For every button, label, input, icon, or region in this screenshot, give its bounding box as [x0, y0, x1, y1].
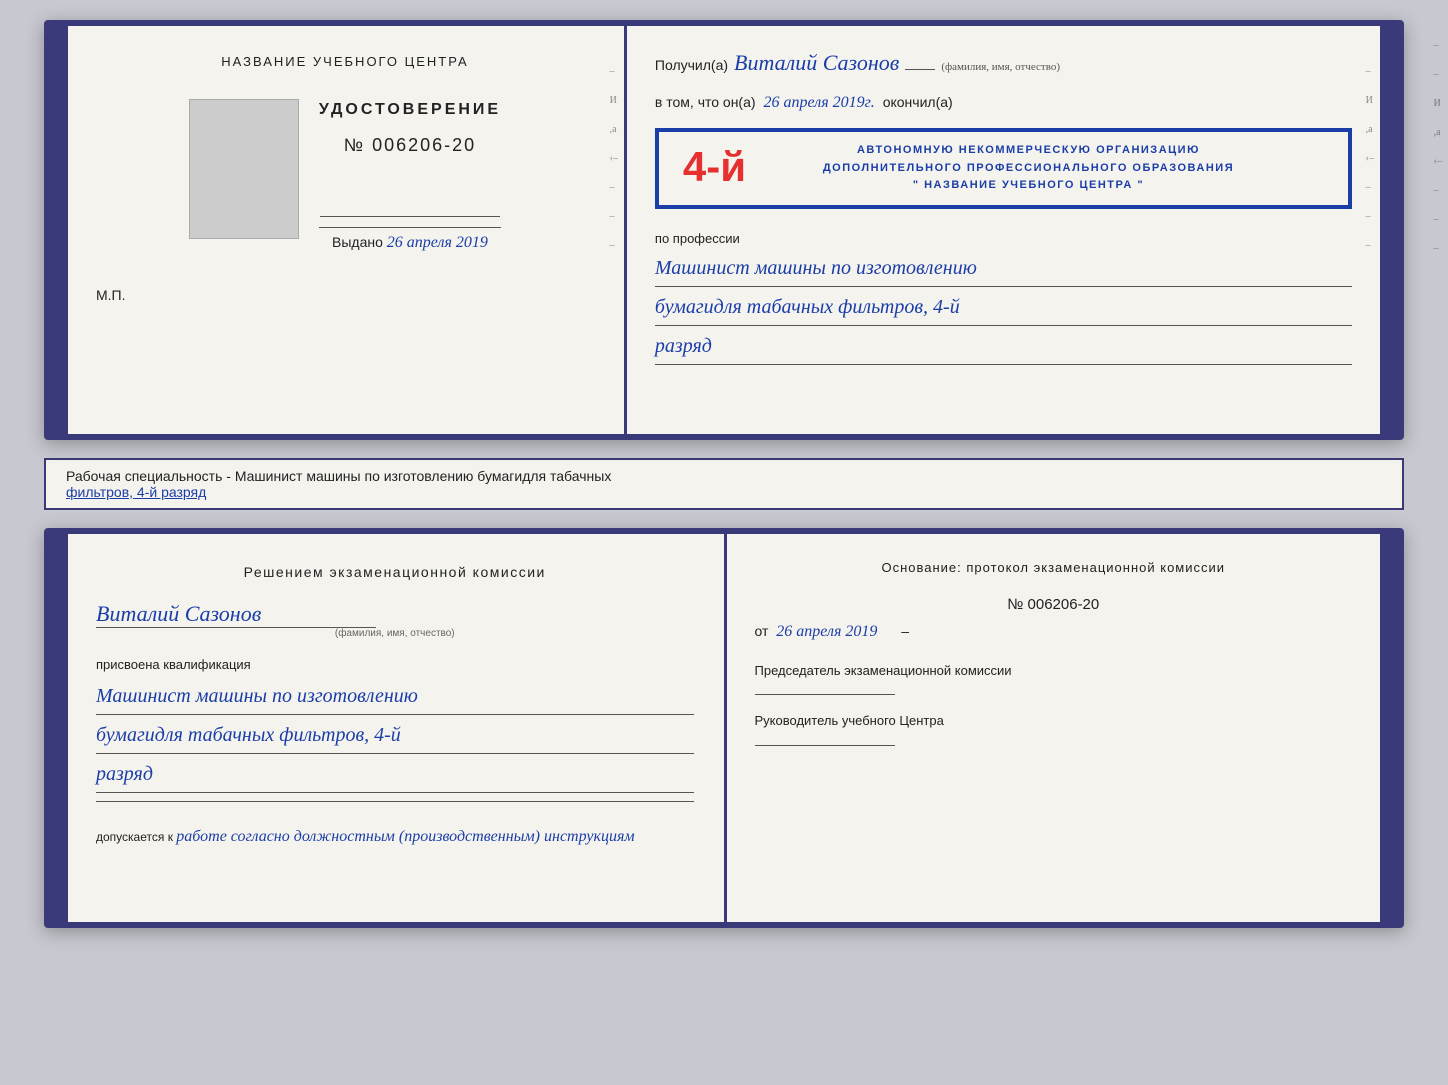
allow-area: допускается к работе согласно должностны…	[96, 828, 694, 846]
stamp-line1: АВТОНОМНУЮ НЕКОММЕРЧЕСКУЮ ОРГАНИЗАЦИЮ	[723, 142, 1334, 160]
allow-text: работе согласно должностным (производств…	[176, 828, 634, 845]
date-line-2: от 26 апреля 2019 –	[755, 623, 1353, 641]
mp-label: М.П.	[96, 287, 126, 303]
profession-line2: бумагидля табачных фильтров, 4-й	[655, 289, 1352, 326]
date-value: 26 апреля 2019	[776, 623, 877, 640]
stamp-box: 4-й АВТОНОМНУЮ НЕКОММЕРЧЕСКУЮ ОРГАНИЗАЦИ…	[655, 128, 1352, 209]
date-handwritten: 26 апреля 2019г.	[764, 94, 875, 112]
profession-label: по профессии	[655, 231, 1352, 246]
number-line: № 006206-20	[755, 596, 1353, 613]
stamp-line3: " НАЗВАНИЕ УЧЕБНОГО ЦЕНТРА "	[723, 177, 1334, 195]
annotation-bar: Рабочая специальность - Машинист машины …	[44, 458, 1404, 510]
qual-line2: бумагидля табачных фильтров, 4-й	[96, 717, 694, 754]
cert-issued-line: Выдано 26 апреля 2019	[319, 227, 501, 252]
person-subtitle: (фамилия, имя, отчество)	[941, 61, 1060, 73]
cert-main-title: УДОСТОВЕРЕНИЕ	[319, 101, 501, 119]
person-name-area: Виталий Сазонов (фамилия, имя, отчество)	[96, 601, 694, 639]
page-right-1: Получил(а) Виталий Сазонов (фамилия, имя…	[627, 26, 1380, 434]
qual-line3: разряд	[96, 756, 694, 793]
stamp-line2: ДОПОЛНИТЕЛЬНОГО ПРОФЕССИОНАЛЬНОГО ОБРАЗО…	[723, 160, 1334, 178]
side-marks-right: –И,а‹––––	[1366, 66, 1374, 251]
chairman-title: Председатель экзаменационной комиссии	[755, 661, 1353, 681]
person-subtitle-2: (фамилия, имя, отчество)	[96, 628, 694, 639]
qual-line1: Машинист машины по изготовлению	[96, 678, 694, 715]
chairman-sign-line	[755, 694, 895, 695]
page-right-2: Основание: протокол экзаменационной коми…	[727, 534, 1381, 922]
spine-right	[1380, 26, 1398, 434]
photo-placeholder	[189, 99, 299, 239]
stamp-number: 4-й	[683, 146, 746, 188]
issued-date: 26 апреля 2019	[387, 234, 488, 251]
spine-left	[50, 26, 68, 434]
spine-left-2	[50, 534, 68, 922]
person-name: Виталий Сазонов	[734, 50, 899, 76]
person-name-2: Виталий Сазонов	[96, 601, 261, 627]
basis-label: Основание: протокол экзаменационной коми…	[755, 558, 1353, 578]
date-prefix: от	[755, 623, 769, 639]
center-head-sign-line	[755, 745, 895, 746]
cert-number: № 006206-20	[344, 135, 476, 156]
received-label: Получил(а)	[655, 57, 728, 73]
page-title: НАЗВАНИЕ УЧЕБНОГО ЦЕНТРА	[221, 54, 468, 69]
profession-section: по профессии Машинист машины по изготовл…	[655, 231, 1352, 367]
page-left-2: Решением экзаменационной комиссии Витали…	[68, 534, 727, 922]
annotation-text: Рабочая специальность - Машинист машины …	[66, 468, 611, 484]
profession-line1: Машинист машины по изготовлению	[655, 250, 1352, 287]
document-book-1: НАЗВАНИЕ УЧЕБНОГО ЦЕНТРА УДОСТОВЕРЕНИЕ №…	[44, 20, 1404, 440]
recipient-line: Получил(а) Виталий Сазонов (фамилия, имя…	[655, 50, 1352, 76]
section-title: Решением экзаменационной комиссии	[96, 562, 694, 583]
assigned-label: присвоена квалификация	[96, 657, 694, 672]
profession-line3: разряд	[655, 328, 1352, 365]
in-that-label: в том, что он(а)	[655, 94, 756, 110]
issued-label: Выдано	[332, 234, 383, 250]
annotation-underlined: фильтров, 4-й разряд	[66, 484, 206, 500]
date-line: в том, что он(а) 26 апреля 2019г. окончи…	[655, 94, 1352, 112]
spine-right-2	[1380, 534, 1398, 922]
finished-label: окончил(а)	[883, 94, 953, 110]
page-left-1: НАЗВАНИЕ УЧЕБНОГО ЦЕНТРА УДОСТОВЕРЕНИЕ №…	[68, 26, 627, 434]
allow-label: допускается к	[96, 830, 173, 844]
center-head-title: Руководитель учебного Центра	[755, 711, 1353, 731]
side-marks: –И,а‹––––	[610, 66, 618, 251]
document-book-2: Решением экзаменационной комиссии Витали…	[44, 528, 1404, 928]
